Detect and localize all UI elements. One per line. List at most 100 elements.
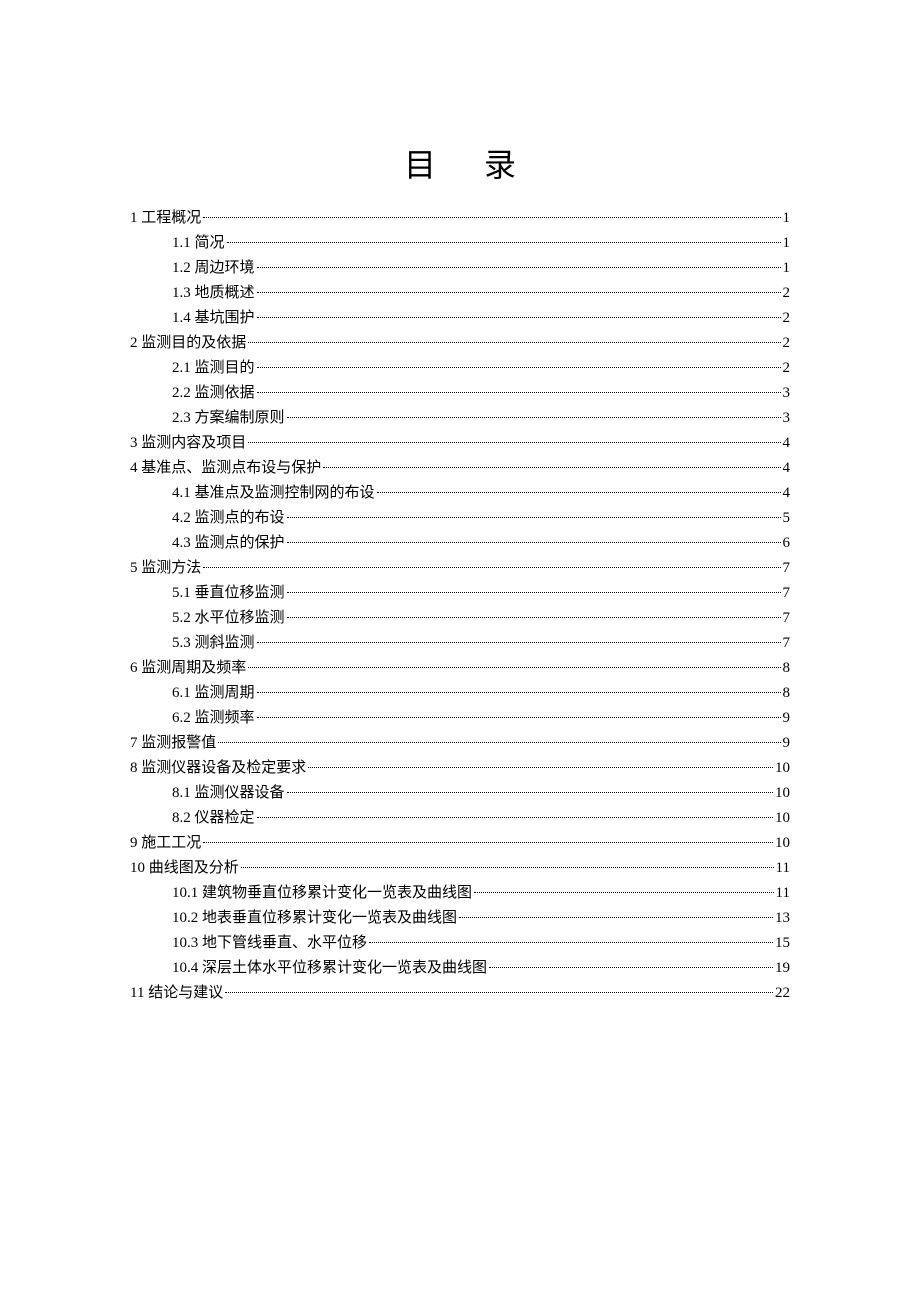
toc-entry-text: 2 监测目的及依据 <box>130 331 246 355</box>
toc-entry-text: 5.1 垂直位移监测 <box>172 581 285 605</box>
toc-entry: 8.1 监测仪器设备 10 <box>130 781 790 805</box>
toc-leader-dots <box>257 392 781 393</box>
toc-entry-text: 10.4 深层土体水平位移累计变化一览表及曲线图 <box>172 956 487 980</box>
toc-leader-dots <box>489 967 773 968</box>
toc-entry-page: 2 <box>783 331 791 355</box>
toc-entry: 2.3 方案编制原则3 <box>130 406 790 430</box>
toc-entry-page: 7 <box>783 581 791 605</box>
toc-entry-text: 4.2 监测点的布设 <box>172 506 285 530</box>
toc-entry: 5.2 水平位移监测 7 <box>130 606 790 630</box>
toc-entry-page: 1 <box>783 256 791 280</box>
toc-entry-page: 7 <box>783 606 791 630</box>
toc-entry-text: 6.2 监测频率 <box>172 706 255 730</box>
toc-entry-page: 4 <box>783 431 791 455</box>
toc-entry-text: 8.2 仪器检定 <box>172 806 255 830</box>
toc-entry-page: 3 <box>783 406 791 430</box>
toc-leader-dots <box>203 217 780 218</box>
toc-entry-text: 2.2 监测依据 <box>172 381 255 405</box>
toc-entry-page: 1 <box>783 206 791 230</box>
toc-entry-page: 10 <box>775 781 790 805</box>
toc-entry-page: 8 <box>783 656 791 680</box>
toc-entry: 4.2 监测点的布设 5 <box>130 506 790 530</box>
toc-leader-dots <box>203 567 780 568</box>
toc-entry-page: 5 <box>783 506 791 530</box>
toc-entry-text: 1.3 地质概述 <box>172 281 255 305</box>
toc-entry-page: 10 <box>775 831 790 855</box>
toc-entry-page: 4 <box>783 481 791 505</box>
toc-entry-text: 10.2 地表垂直位移累计变化一览表及曲线图 <box>172 906 457 930</box>
document-title: 目录 <box>130 140 790 186</box>
toc-entry-page: 15 <box>775 931 790 955</box>
toc-leader-dots <box>257 717 781 718</box>
toc-leader-dots <box>287 617 781 618</box>
toc-entry-page: 4 <box>783 456 791 480</box>
toc-entry-page: 2 <box>783 306 791 330</box>
toc-leader-dots <box>323 467 780 468</box>
toc-entry-page: 3 <box>783 381 791 405</box>
toc-leader-dots <box>287 517 781 518</box>
toc-entry-page: 9 <box>783 706 791 730</box>
toc-leader-dots <box>257 267 781 268</box>
toc-entry-text: 10 曲线图及分析 <box>130 856 239 880</box>
toc-entry-page: 13 <box>775 906 790 930</box>
toc-entry-text: 4.1 基准点及监测控制网的布设 <box>172 481 375 505</box>
toc-leader-dots <box>257 642 781 643</box>
toc-entry: 6 监测周期及频率 8 <box>130 656 790 680</box>
toc-entry-text: 6 监测周期及频率 <box>130 656 246 680</box>
toc-leader-dots <box>257 817 773 818</box>
toc-entry-text: 4.3 监测点的保护 <box>172 531 285 555</box>
toc-leader-dots <box>287 592 781 593</box>
toc-entry: 4.3 监测点的保护6 <box>130 531 790 555</box>
table-of-contents: 1 工程概况11.1 简况11.2 周边环境11.3 地质概述21.4 基坑围护… <box>130 206 790 1005</box>
toc-leader-dots <box>248 667 780 668</box>
toc-entry: 10.3 地下管线垂直、水平位移 15 <box>130 931 790 955</box>
toc-leader-dots <box>227 242 781 243</box>
toc-leader-dots <box>257 692 781 693</box>
toc-leader-dots <box>225 992 773 993</box>
toc-entry-page: 8 <box>783 681 791 705</box>
toc-entry-page: 1 <box>783 231 791 255</box>
toc-entry-text: 1.4 基坑围护 <box>172 306 255 330</box>
toc-entry-page: 19 <box>775 956 790 980</box>
toc-leader-dots <box>241 867 774 868</box>
toc-entry: 5.1 垂直位移监测 7 <box>130 581 790 605</box>
toc-entry-text: 4 基准点、监测点布设与保护 <box>130 456 321 480</box>
toc-leader-dots <box>257 317 781 318</box>
toc-leader-dots <box>248 442 780 443</box>
toc-leader-dots <box>308 767 773 768</box>
toc-entry: 10.4 深层土体水平位移累计变化一览表及曲线图 19 <box>130 956 790 980</box>
toc-entry-text: 6.1 监测周期 <box>172 681 255 705</box>
toc-entry: 11 结论与建议22 <box>130 981 790 1005</box>
toc-entry: 5 监测方法 7 <box>130 556 790 580</box>
toc-leader-dots <box>248 342 780 343</box>
toc-leader-dots <box>474 892 774 893</box>
toc-leader-dots <box>287 792 773 793</box>
toc-entry: 10 曲线图及分析 11 <box>130 856 790 880</box>
toc-entry-text: 10.3 地下管线垂直、水平位移 <box>172 931 367 955</box>
toc-entry-page: 11 <box>776 856 790 880</box>
toc-entry-text: 5.3 测斜监测 <box>172 631 255 655</box>
toc-entry: 5.3 测斜监测 7 <box>130 631 790 655</box>
toc-entry-page: 7 <box>783 556 791 580</box>
toc-entry: 1 工程概况1 <box>130 206 790 230</box>
toc-entry: 4.1 基准点及监测控制网的布设 4 <box>130 481 790 505</box>
toc-entry-page: 9 <box>783 731 791 755</box>
toc-entry-page: 2 <box>783 356 791 380</box>
toc-entry-page: 7 <box>783 631 791 655</box>
toc-entry-text: 5.2 水平位移监测 <box>172 606 285 630</box>
toc-entry-text: 5 监测方法 <box>130 556 201 580</box>
toc-entry-page: 22 <box>775 981 790 1005</box>
toc-entry: 3 监测内容及项目4 <box>130 431 790 455</box>
toc-entry: 1.2 周边环境1 <box>130 256 790 280</box>
toc-entry: 1.3 地质概述 2 <box>130 281 790 305</box>
toc-entry-page: 2 <box>783 281 791 305</box>
toc-leader-dots <box>287 417 781 418</box>
toc-entry-page: 10 <box>775 806 790 830</box>
toc-entry-text: 8.1 监测仪器设备 <box>172 781 285 805</box>
toc-entry: 10.2 地表垂直位移累计变化一览表及曲线图 13 <box>130 906 790 930</box>
toc-entry: 6.1 监测周期 8 <box>130 681 790 705</box>
toc-entry-text: 9 施工工况 <box>130 831 201 855</box>
toc-entry-text: 1.1 简况 <box>172 231 225 255</box>
toc-leader-dots <box>257 367 781 368</box>
toc-entry: 1.1 简况 1 <box>130 231 790 255</box>
